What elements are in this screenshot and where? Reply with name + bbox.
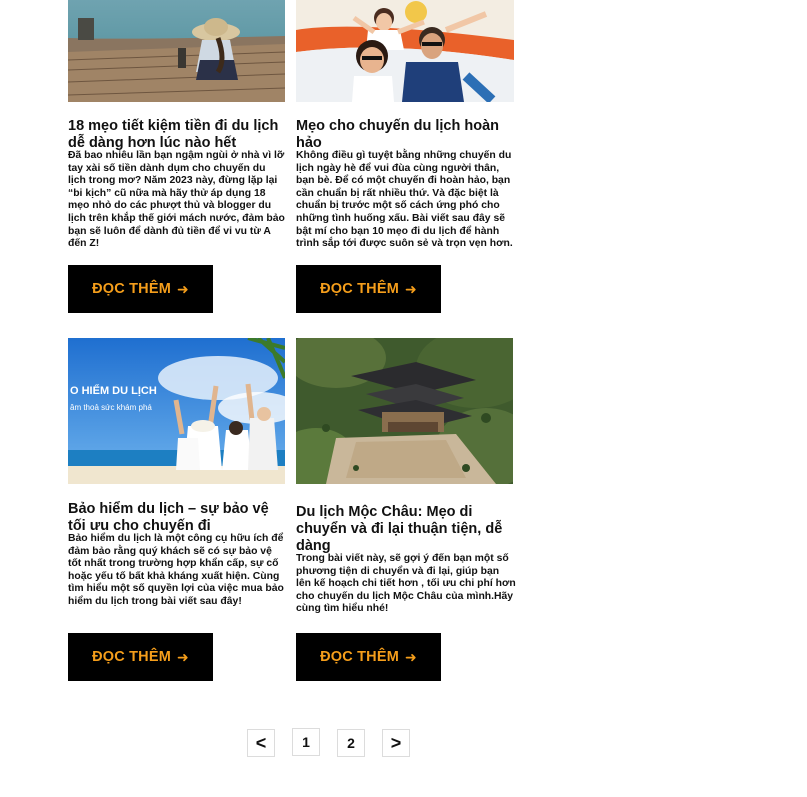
pagination-next-button[interactable]: > xyxy=(382,729,410,757)
chevron-left-icon: < xyxy=(255,732,267,753)
post-1-title[interactable]: 18 mẹo tiết kiệm tiền đi du lịch dễ dàng… xyxy=(68,118,288,152)
post-3-read-more-label: ĐỌC THÊM xyxy=(92,649,171,665)
post-2-read-more-label: ĐỌC THÊM xyxy=(320,281,399,297)
post-4-excerpt: Trong bài viết này, sẽ gợi ý đến bạn một… xyxy=(296,553,516,615)
post-4-read-more-button[interactable]: ĐỌC THÊM ➜ xyxy=(296,633,441,681)
post-4-title[interactable]: Du lịch Mộc Châu: Mẹo di chuyển và đi lạ… xyxy=(296,504,506,555)
post-1-image[interactable] xyxy=(68,0,285,102)
post-1-read-more-label: ĐỌC THÊM xyxy=(92,281,171,297)
post-2-read-more-button[interactable]: ĐỌC THÊM ➜ xyxy=(296,265,441,313)
chevron-right-icon: > xyxy=(390,732,402,753)
post-4-image[interactable] xyxy=(296,338,513,484)
arrow-right-icon: ➜ xyxy=(405,649,417,665)
post-2-image[interactable] xyxy=(296,0,514,102)
arrow-right-icon: ➜ xyxy=(177,649,189,665)
post-3-image[interactable]: O HIỂM DU LỊCH âm thoả sức khám phá xyxy=(68,338,285,484)
post-4-read-more-label: ĐỌC THÊM xyxy=(320,649,399,665)
pagination-page-2[interactable]: 2 xyxy=(337,729,365,757)
post-1-excerpt: Đã bao nhiêu lần bạn ngậm ngùi ở nhà vì … xyxy=(68,150,285,250)
arrow-right-icon: ➜ xyxy=(405,281,417,297)
arrow-right-icon: ➜ xyxy=(177,281,189,297)
post-3-title[interactable]: Bảo hiểm du lịch – sự bảo vệ tối ưu cho … xyxy=(68,501,283,535)
post-3-excerpt: Bảo hiểm du lịch là một công cụ hữu ích … xyxy=(68,533,284,607)
post-3-image-text-2: âm thoả sức khám phá xyxy=(70,403,152,412)
post-3-read-more-button[interactable]: ĐỌC THÊM ➜ xyxy=(68,633,213,681)
post-2-excerpt: Không điều gì tuyệt bằng những chuyến du… xyxy=(296,150,513,250)
pagination-page-2-label: 2 xyxy=(347,735,355,751)
post-3-image-text-1: O HIỂM DU LỊCH xyxy=(70,384,157,397)
post-1-read-more-button[interactable]: ĐỌC THÊM ➜ xyxy=(68,265,213,313)
pagination-page-1-label: 1 xyxy=(302,734,310,750)
pagination-prev-button[interactable]: < xyxy=(247,729,275,757)
post-2-title[interactable]: Mẹo cho chuyến du lịch hoàn hảo xyxy=(296,118,506,152)
pagination-page-1[interactable]: 1 xyxy=(292,728,320,756)
